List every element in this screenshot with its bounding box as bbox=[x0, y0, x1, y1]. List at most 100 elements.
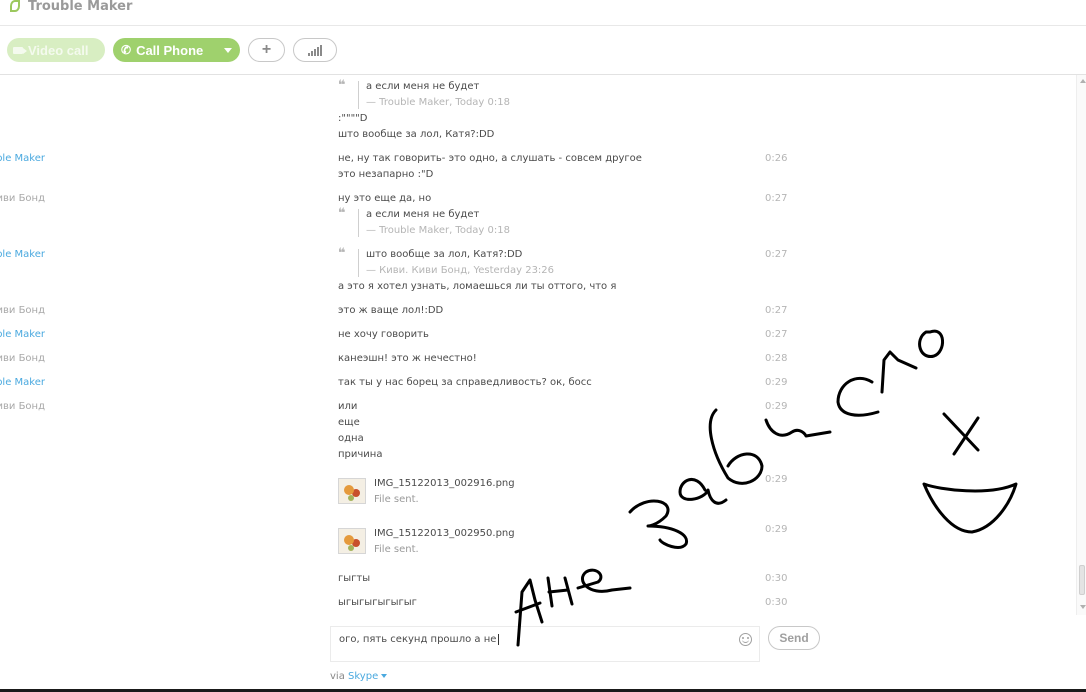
message-composer[interactable]: ого, пять секунд прошло а не bbox=[330, 626, 760, 662]
message-sender[interactable]: Киви. Киви Бонд bbox=[0, 399, 45, 415]
chevron-down-icon[interactable] bbox=[224, 48, 232, 53]
call-toolbar: Video call ✆ Call Phone + bbox=[7, 38, 337, 62]
file-status: File sent. bbox=[374, 544, 419, 555]
message-line: еще bbox=[338, 417, 360, 428]
quote-block: ❝ а если меня не будет — Trouble Maker, … bbox=[338, 79, 758, 111]
message-time: 0:27 bbox=[765, 249, 788, 260]
add-participant-button[interactable]: + bbox=[248, 38, 285, 62]
message-line: не, ну так говорить- это одно, а слушать… bbox=[338, 153, 642, 164]
message-input-value: ого, пять секунд прошло а не bbox=[339, 634, 497, 645]
message-line: канеэшн! это ж нечестно! bbox=[338, 353, 477, 364]
message-sender[interactable]: Trouble Maker bbox=[0, 327, 45, 343]
message-body: ыгыгыгыгыгыг bbox=[338, 595, 758, 611]
message-sender[interactable]: Trouble Maker bbox=[0, 247, 45, 263]
message-body: ну это еще да, но ❝ а если меня не будет… bbox=[338, 191, 758, 239]
message-body: ❝ а если меня не будет — Trouble Maker, … bbox=[338, 79, 758, 143]
divider bbox=[0, 25, 1086, 26]
message-body: не, ну так говорить- это одно, а слушать… bbox=[338, 151, 758, 183]
file-transfer[interactable]: IMG_15122013_002916.png File sent. bbox=[338, 476, 758, 510]
video-camera-icon bbox=[13, 46, 27, 54]
message-line: причина bbox=[338, 449, 383, 460]
message-sender[interactable]: Киви. Киви Бонд bbox=[0, 303, 45, 319]
message-body: IMG_15122013_002950.png File sent. bbox=[338, 526, 758, 560]
message-time: 0:29 bbox=[765, 377, 788, 388]
message-line: это незапарно :"D bbox=[338, 169, 434, 180]
chat-history[interactable]: ❝ а если меня не будет — Trouble Maker, … bbox=[0, 75, 1076, 615]
video-call-button[interactable]: Video call bbox=[7, 38, 105, 62]
text-cursor bbox=[498, 633, 500, 645]
via-service-link[interactable]: Skype bbox=[348, 671, 378, 682]
quote-bar bbox=[358, 249, 359, 277]
quote-block: ❝ а если меня не будет — Trouble Maker, … bbox=[338, 207, 758, 239]
message-time: 0:28 bbox=[765, 353, 788, 364]
message-time: 0:27 bbox=[765, 305, 788, 316]
message-body: ❝ што вообще за лол, Катя?:DD — Киви. Ки… bbox=[338, 247, 758, 295]
message-line: а это я хотел узнать, ломаешься ли ты от… bbox=[338, 281, 617, 292]
title-row: Trouble Maker bbox=[10, 0, 132, 16]
quote-bar bbox=[358, 81, 359, 109]
message-body: не хочу говорить bbox=[338, 327, 758, 343]
message-time: 0:26 bbox=[765, 153, 788, 164]
call-phone-label: Call Phone bbox=[136, 42, 204, 58]
send-button[interactable]: Send bbox=[768, 626, 820, 650]
quote-text: што вообще за лол, Катя?:DD bbox=[366, 249, 523, 260]
emoticon-icon[interactable] bbox=[739, 633, 752, 646]
message-body: или еще одна причина bbox=[338, 399, 758, 463]
plus-icon: + bbox=[261, 41, 272, 58]
quote-bar bbox=[358, 209, 359, 237]
message-line: ыгыгыгыгыгыг bbox=[338, 597, 417, 608]
via-prefix: via bbox=[330, 671, 345, 682]
chat-scrollbar[interactable] bbox=[1076, 75, 1086, 615]
message-body: это ж ваще лол!:DD bbox=[338, 303, 758, 319]
message-sender[interactable]: Trouble Maker bbox=[0, 375, 45, 391]
scroll-down-icon[interactable] bbox=[1080, 605, 1086, 609]
message-body: IMG_15122013_002916.png File sent. bbox=[338, 476, 758, 510]
message-line: ну это еще да, но bbox=[338, 193, 432, 204]
file-transfer[interactable]: IMG_15122013_002950.png File sent. bbox=[338, 526, 758, 560]
call-quality-button[interactable] bbox=[293, 38, 337, 62]
quote-icon: ❝ bbox=[338, 78, 346, 93]
quote-icon: ❝ bbox=[338, 206, 346, 221]
message-sender[interactable]: Киви. Киви Бонд bbox=[0, 191, 45, 207]
message-line: или bbox=[338, 401, 358, 412]
quote-meta: — Киви. Киви Бонд, Yesterday 23:26 bbox=[366, 265, 555, 276]
message-time: 0:29 bbox=[765, 524, 788, 535]
message-time: 0:27 bbox=[765, 329, 788, 340]
image-thumbnail-icon[interactable] bbox=[338, 528, 366, 554]
signal-bars-icon bbox=[308, 44, 322, 56]
message-line: одна bbox=[338, 433, 364, 444]
image-thumbnail-icon[interactable] bbox=[338, 478, 366, 504]
message-sender[interactable]: Trouble Maker bbox=[0, 151, 45, 167]
scroll-up-icon[interactable] bbox=[1080, 79, 1086, 83]
file-status: File sent. bbox=[374, 494, 419, 505]
quote-meta: — Trouble Maker, Today 0:18 bbox=[366, 225, 510, 236]
quote-block: ❝ што вообще за лол, Катя?:DD — Киви. Ки… bbox=[338, 247, 758, 279]
message-time: 0:29 bbox=[765, 474, 788, 485]
message-line: што вообще за лол, Катя?:DD bbox=[338, 129, 495, 140]
message-line: не хочу говорить bbox=[338, 329, 429, 340]
message-time: 0:30 bbox=[765, 573, 788, 584]
quote-icon: ❝ bbox=[338, 246, 346, 261]
file-name[interactable]: IMG_15122013_002916.png bbox=[374, 476, 758, 492]
message-sender[interactable]: Киви. Киви Бонд bbox=[0, 351, 45, 367]
scrollbar-thumb[interactable] bbox=[1079, 565, 1085, 595]
message-time: 0:30 bbox=[765, 597, 788, 608]
message-line: гыгты bbox=[338, 573, 371, 584]
quote-text: а если меня не будет bbox=[366, 209, 480, 220]
video-call-label: Video call bbox=[28, 42, 89, 58]
skype-status-icon bbox=[10, 0, 20, 12]
via-line: via Skype bbox=[330, 670, 388, 684]
file-name[interactable]: IMG_15122013_002950.png bbox=[374, 526, 758, 542]
message-input[interactable]: ого, пять секунд прошло а не bbox=[339, 632, 734, 648]
message-line: это ж ваще лол!:DD bbox=[338, 305, 444, 316]
message-body: гыгты bbox=[338, 571, 758, 587]
message-body: канеэшн! это ж нечестно! bbox=[338, 351, 758, 367]
chevron-down-icon[interactable] bbox=[381, 674, 388, 678]
conversation-header: Trouble Maker Video call ✆ Call Phone + bbox=[0, 0, 1086, 75]
message-line: :""""D bbox=[338, 113, 368, 124]
message-line: так ты у нас борец за справедливость? ок… bbox=[338, 377, 592, 388]
call-phone-button[interactable]: ✆ Call Phone bbox=[113, 38, 240, 62]
contact-name[interactable]: Trouble Maker bbox=[28, 0, 132, 14]
phone-icon: ✆ bbox=[121, 43, 132, 57]
message-time: 0:27 bbox=[765, 193, 788, 204]
